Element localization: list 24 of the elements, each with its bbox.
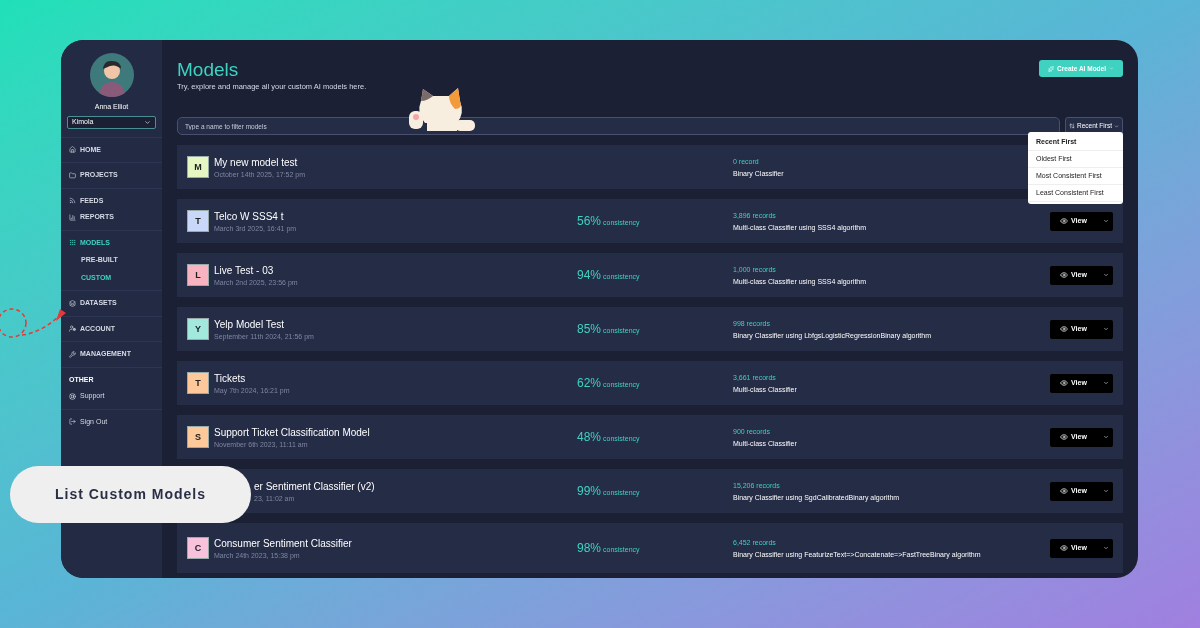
model-initial: L (187, 264, 209, 287)
consistency-value: 62% (577, 375, 602, 393)
model-name: Telco W SSS4 t (214, 209, 285, 224)
page-title: Models (177, 59, 240, 81)
model-initial: S (187, 426, 209, 449)
consistency-value: 48% (577, 429, 602, 447)
consistency-value: 99% (577, 483, 602, 501)
model-initial: Y (187, 318, 209, 341)
consistency-value: 56% (577, 213, 602, 231)
model-initial: T (187, 372, 209, 395)
model-name: Tickets (214, 371, 247, 386)
model-name: Yelp Model Test (214, 317, 286, 332)
model-initial: C (187, 537, 209, 560)
model-name: Live Test - 03 (214, 263, 275, 278)
model-initial: M (187, 156, 209, 179)
consistency-value: 85% (577, 321, 602, 339)
caption-tooltip: List Custom Models (10, 466, 251, 523)
consistency-value: 94% (577, 267, 602, 285)
model-initial: T (187, 210, 209, 233)
model-name: er Sentiment Classifier (v2) (254, 479, 375, 494)
model-name: Consumer Sentiment Classifier (214, 536, 352, 551)
model-name: My new model test (214, 155, 299, 170)
model-name: Support Ticket Classification Model (214, 425, 370, 440)
consistency-value: 98% (577, 540, 602, 558)
